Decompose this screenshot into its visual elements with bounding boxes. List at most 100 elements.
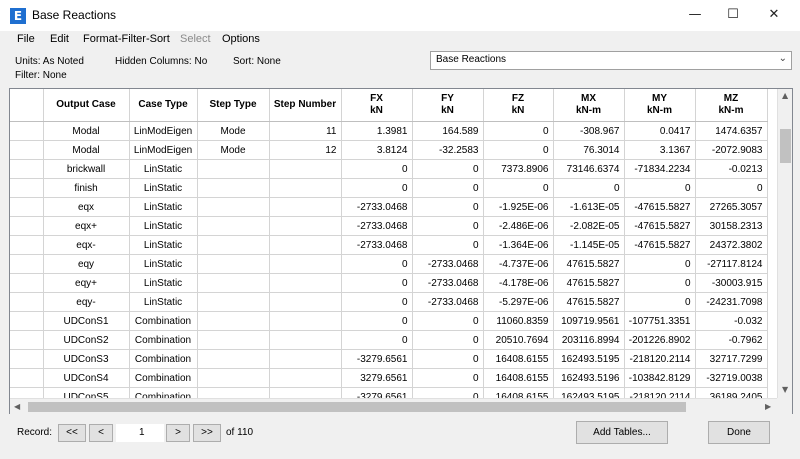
table-cell[interactable]: LinStatic	[129, 273, 198, 293]
table-cell[interactable]: 162493.5195	[553, 349, 625, 369]
table-cell[interactable]: 24372.3802	[695, 235, 768, 255]
table-cell[interactable]: 0	[341, 254, 413, 274]
table-cell[interactable]	[269, 254, 342, 274]
row-selector[interactable]	[10, 292, 44, 312]
next-record-button[interactable]: >	[166, 424, 190, 442]
row-selector[interactable]	[10, 216, 44, 236]
table-cell[interactable]: Modal	[43, 121, 130, 141]
table-cell[interactable]: -1.613E-05	[553, 197, 625, 217]
table-cell[interactable]: 32717.7299	[695, 349, 768, 369]
table-cell[interactable]: Combination	[129, 330, 198, 350]
table-cell[interactable]	[269, 159, 342, 179]
menu-file[interactable]: File	[17, 33, 35, 45]
row-selector[interactable]	[10, 178, 44, 198]
table-cell[interactable]: 76.3014	[553, 140, 625, 160]
table-cell[interactable]: 0	[412, 368, 484, 388]
table-cell[interactable]: Combination	[129, 368, 198, 388]
table-cell[interactable]: 47615.5827	[553, 292, 625, 312]
table-cell[interactable]: -3279.6561	[341, 349, 413, 369]
table-cell[interactable]: -201226.8902	[624, 330, 696, 350]
table-cell[interactable]: LinStatic	[129, 197, 198, 217]
table-cell[interactable]: 47615.5827	[553, 273, 625, 293]
column-header[interactable]: FX kN	[341, 89, 413, 122]
row-selector[interactable]	[10, 159, 44, 179]
vertical-scroll-thumb[interactable]	[780, 129, 791, 163]
record-input[interactable]: 1	[116, 424, 164, 442]
table-cell[interactable]: 11060.8359	[483, 311, 554, 331]
menu-options[interactable]: Options	[222, 33, 260, 45]
table-cell[interactable]: 11	[269, 121, 342, 141]
table-cell[interactable]: UDConS3	[43, 349, 130, 369]
vertical-scrollbar[interactable]: ▲ ▼	[777, 89, 792, 398]
table-cell[interactable]: LinStatic	[129, 254, 198, 274]
table-cell[interactable]: eqy+	[43, 273, 130, 293]
table-cell[interactable]: 0	[695, 178, 768, 198]
row-selector[interactable]	[10, 140, 44, 160]
column-header[interactable]: Step Number	[269, 89, 342, 122]
table-cell[interactable]: 203116.8994	[553, 330, 625, 350]
table-cell[interactable]	[197, 330, 270, 350]
table-cell[interactable]: -30003.915	[695, 273, 768, 293]
table-cell[interactable]: 0	[412, 159, 484, 179]
table-cell[interactable]: LinModEigen	[129, 121, 198, 141]
table-cell[interactable]: -47615.5827	[624, 235, 696, 255]
table-cell[interactable]	[197, 368, 270, 388]
column-header[interactable]: Step Type	[197, 89, 270, 122]
horizontal-scroll-thumb[interactable]	[28, 402, 686, 412]
table-cell[interactable]: 0	[341, 311, 413, 331]
table-cell[interactable]	[197, 292, 270, 312]
table-cell[interactable]: UDConS2	[43, 330, 130, 350]
table-cell[interactable]: -32719.0038	[695, 368, 768, 388]
table-cell[interactable]	[269, 273, 342, 293]
table-cell[interactable]: 1474.6357	[695, 121, 768, 141]
table-row[interactable]: eqx LinStatic -2733.0468 0 -1.925E-06 -1.613E…	[10, 197, 768, 217]
table-cell[interactable]: 0	[412, 235, 484, 255]
table-cell[interactable]: 3.8124	[341, 140, 413, 160]
table-cell[interactable]: -32.2583	[412, 140, 484, 160]
table-cell[interactable]: Combination	[129, 311, 198, 331]
row-selector[interactable]	[10, 330, 44, 350]
scroll-up-icon[interactable]: ▲	[782, 91, 788, 100]
add-tables-button[interactable]: Add Tables...	[576, 421, 668, 444]
table-cell[interactable]: -0.7962	[695, 330, 768, 350]
horizontal-scrollbar[interactable]: ◀ ▶	[10, 398, 777, 414]
table-cell[interactable]: 30158.2313	[695, 216, 768, 236]
last-record-button[interactable]: >>	[193, 424, 221, 442]
table-cell[interactable]	[269, 349, 342, 369]
table-cell[interactable]: -47615.5827	[624, 197, 696, 217]
table-cell[interactable]: 0	[341, 273, 413, 293]
table-cell[interactable]	[197, 178, 270, 198]
table-cell[interactable]: -2.486E-06	[483, 216, 554, 236]
row-selector[interactable]	[10, 273, 44, 293]
table-cell[interactable]: 0	[341, 159, 413, 179]
row-selector[interactable]	[10, 311, 44, 331]
done-button[interactable]: Done	[708, 421, 770, 444]
table-cell[interactable]: -4.737E-06	[483, 254, 554, 274]
table-cell[interactable]	[269, 368, 342, 388]
table-row[interactable]: UDConS4 Combination 3279.6561 0 16408.6155 16…	[10, 368, 768, 388]
table-row[interactable]: UDConS3 Combination -3279.6561 0 16408.6155 1…	[10, 349, 768, 369]
table-row[interactable]: finish LinStatic 0 0 0 0 0 0	[10, 178, 768, 198]
column-header[interactable]: MZ kN-m	[695, 89, 768, 122]
table-cell[interactable]	[269, 292, 342, 312]
table-cell[interactable]: eqx-	[43, 235, 130, 255]
table-cell[interactable]	[269, 178, 342, 198]
table-cell[interactable]: 0	[624, 292, 696, 312]
row-selector[interactable]	[10, 349, 44, 369]
table-cell[interactable]: -103842.8129	[624, 368, 696, 388]
table-cell[interactable]: LinStatic	[129, 292, 198, 312]
scroll-left-icon[interactable]: ◀	[14, 402, 20, 411]
table-cell[interactable]: LinStatic	[129, 216, 198, 236]
table-cell[interactable]: -2733.0468	[412, 273, 484, 293]
row-selector[interactable]	[10, 254, 44, 274]
table-cell[interactable]: 0	[624, 178, 696, 198]
table-row[interactable]: eqx+ LinStatic -2733.0468 0 -2.486E-06 -2.082…	[10, 216, 768, 236]
table-row[interactable]: UDConS2 Combination 0 0 20510.7694 203116.899…	[10, 330, 768, 350]
menu-edit[interactable]: Edit	[50, 33, 69, 45]
scroll-right-icon[interactable]: ▶	[765, 402, 771, 411]
table-cell[interactable]: 0	[341, 292, 413, 312]
table-cell[interactable]: -2733.0468	[341, 216, 413, 236]
table-cell[interactable]: 0	[483, 140, 554, 160]
table-cell[interactable]: 0	[553, 178, 625, 198]
table-cell[interactable]: -2072.9083	[695, 140, 768, 160]
